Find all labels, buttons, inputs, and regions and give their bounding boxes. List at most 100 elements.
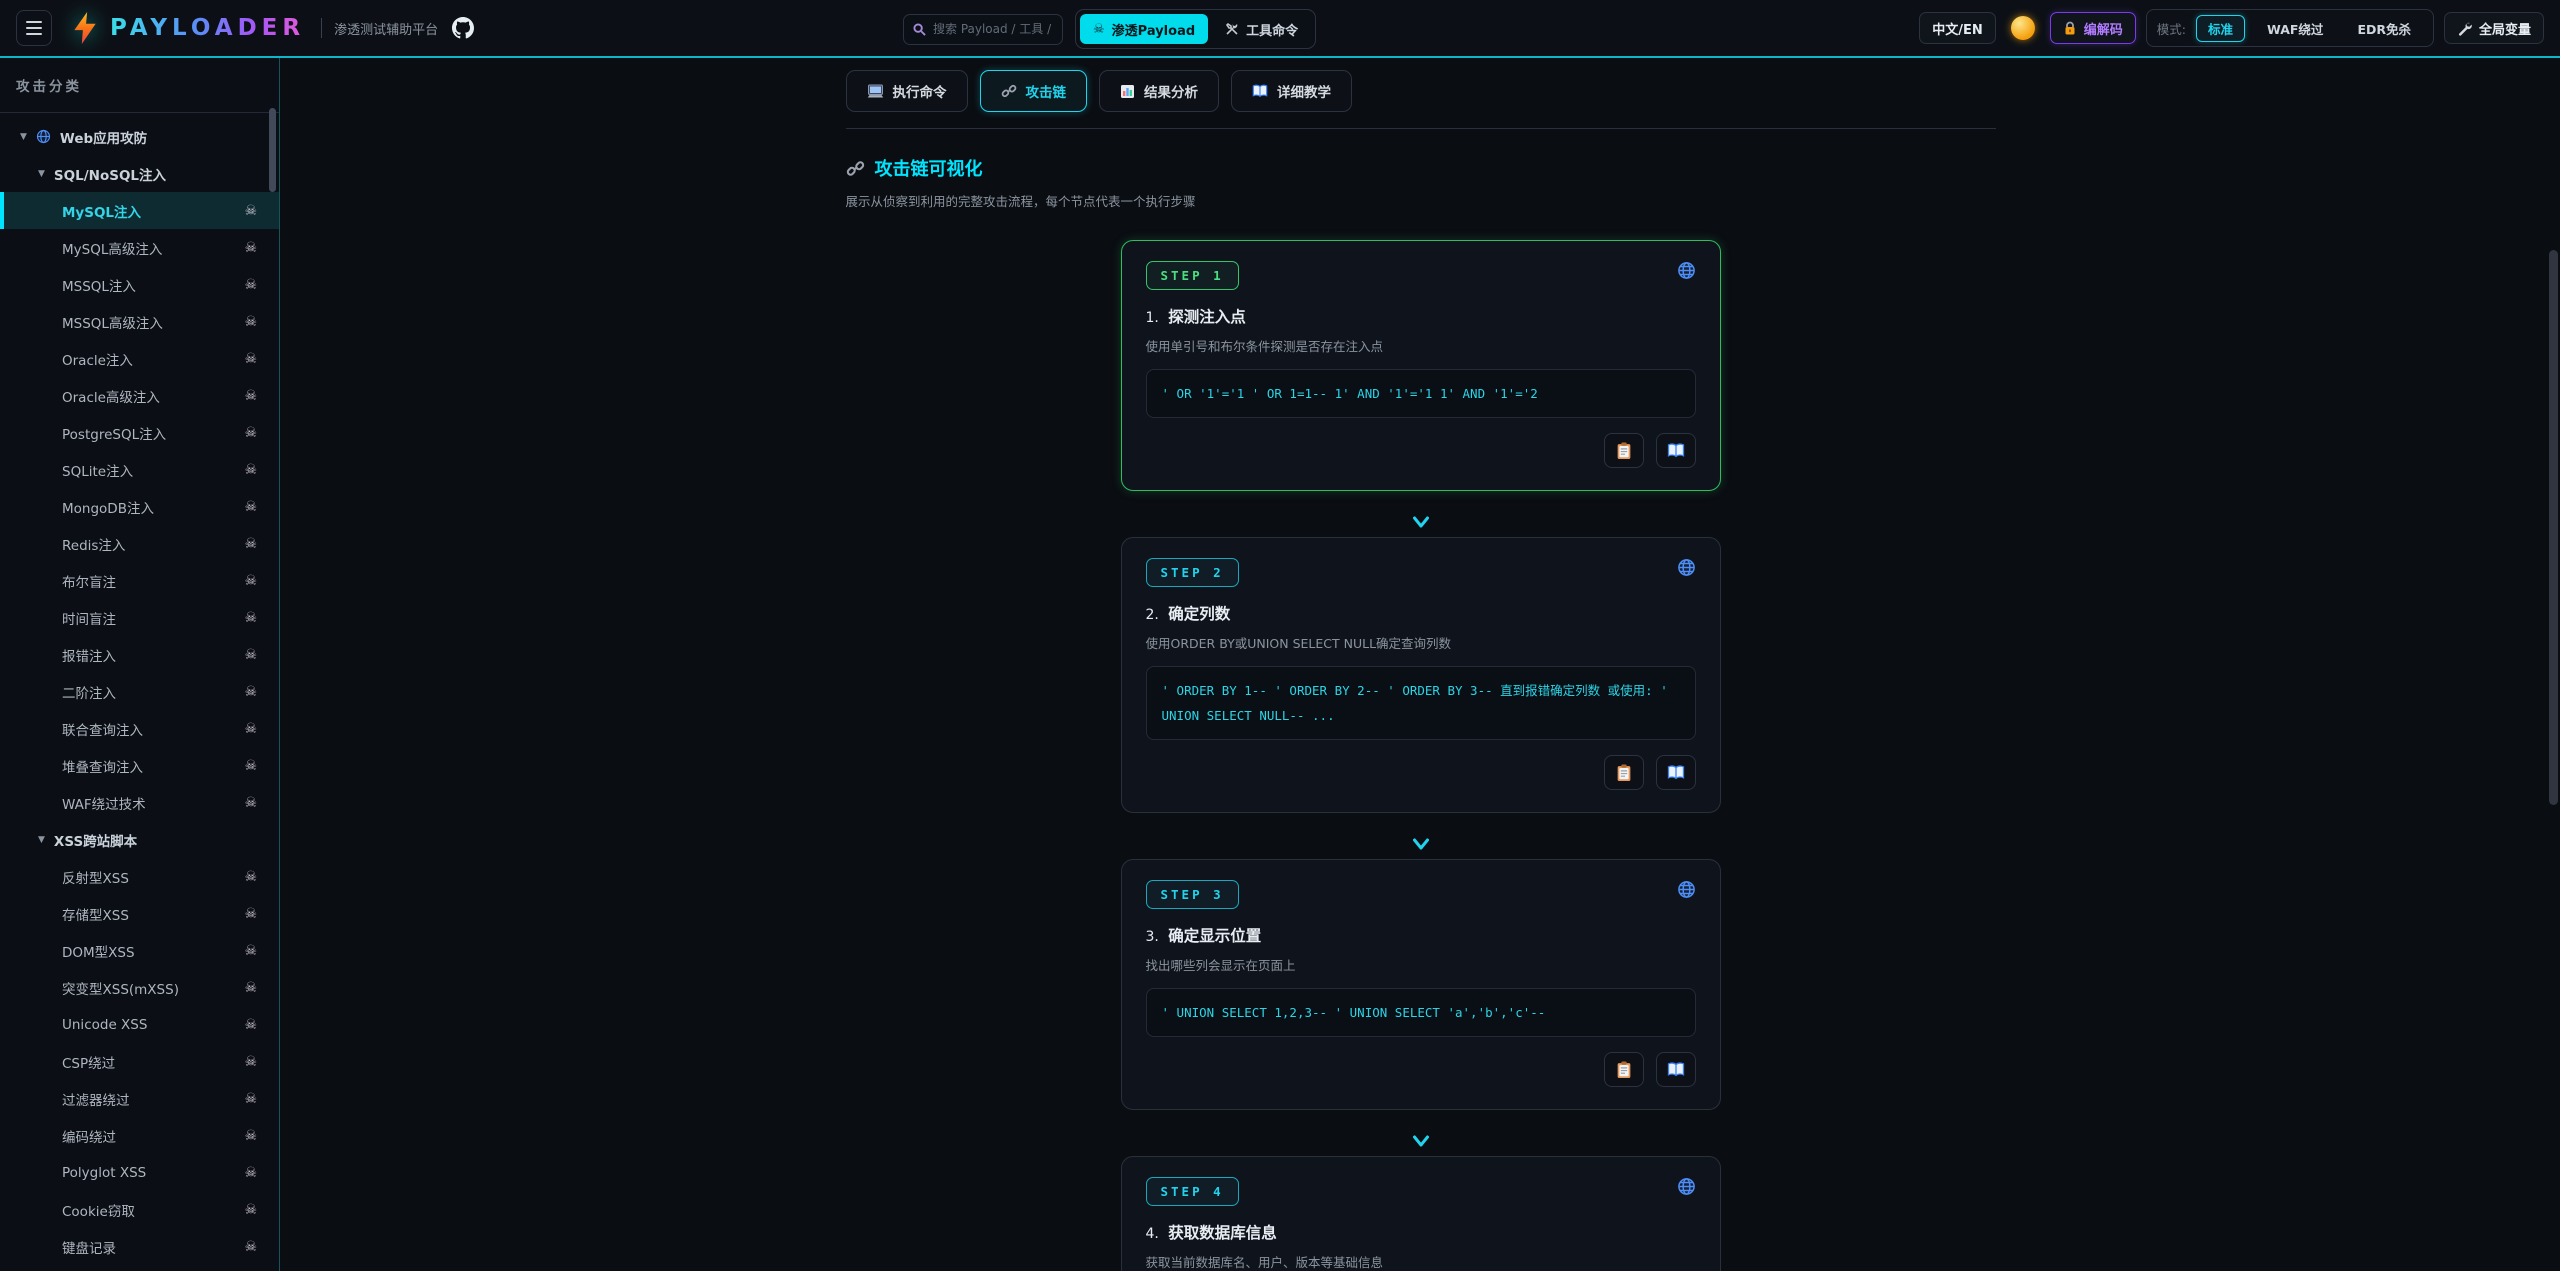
globe-icon: [36, 129, 51, 144]
tutorial-button[interactable]: [1656, 755, 1696, 790]
clipboard-icon: [1616, 442, 1632, 460]
link-icon: [846, 159, 865, 178]
tutorial-button[interactable]: [1656, 1052, 1696, 1087]
sidebar-item[interactable]: Oracle注入☠: [0, 340, 279, 377]
sidebar-item[interactable]: Cookie窃取☠: [0, 1191, 279, 1228]
sidebar-item[interactable]: 布尔盲注☠: [0, 562, 279, 599]
sidebar-item[interactable]: 键盘记录☠: [0, 1228, 279, 1265]
sidebar-subcategory[interactable]: ▼XSS跨站脚本: [0, 821, 279, 858]
link-icon: [1001, 83, 1017, 99]
book-icon: [1252, 84, 1268, 98]
sidebar-item[interactable]: MySQL注入☠: [0, 192, 279, 229]
step-badge: STEP 2: [1146, 558, 1239, 587]
sidebar-item[interactable]: DOM型XSS☠: [0, 932, 279, 969]
theme-toggle-button[interactable]: [2006, 11, 2040, 45]
page-scrollbar[interactable]: [2549, 250, 2558, 805]
sidebar-item[interactable]: 报错注入☠: [0, 636, 279, 673]
search-icon: [913, 23, 926, 36]
step-title: 3. 确定显示位置: [1146, 924, 1696, 946]
step-payload-code[interactable]: ' UNION SELECT 1,2,3-- ' UNION SELECT 'a…: [1146, 988, 1696, 1037]
skull-icon: ☠: [244, 795, 257, 811]
mode-selector-group: 模式: 标准 WAF绕过 EDR免杀: [2146, 9, 2434, 47]
tab-book[interactable]: 详细教学: [1231, 70, 1352, 112]
sun-icon: [2011, 16, 2035, 40]
skull-icon: ☠: [244, 869, 257, 885]
skull-icon: ☠: [244, 1091, 257, 1107]
sidebar-item[interactable]: 编码绕过☠: [0, 1117, 279, 1154]
skull-icon: ☠: [244, 721, 257, 737]
sidebar-subcategory[interactable]: ▼SQL/NoSQL注入: [0, 155, 279, 192]
sidebar-item[interactable]: WAF绕过技术☠: [0, 784, 279, 821]
codec-button[interactable]: 编解码: [2050, 12, 2136, 44]
skull-icon: ☠: [244, 1128, 257, 1144]
toggle-payload[interactable]: ☠渗透Payload: [1080, 14, 1208, 44]
open-book-icon: [1667, 765, 1685, 780]
globe-icon: [1677, 1177, 1696, 1196]
sidebar-item[interactable]: 存储型XSS☠: [0, 895, 279, 932]
mode-label: 模式:: [2157, 19, 2186, 38]
mode-button[interactable]: 标准: [2196, 15, 2245, 42]
sidebar-tree: ▼Web应用攻防▼SQL/NoSQL注入MySQL注入☠MySQL高级注入☠MS…: [0, 113, 279, 1265]
skull-icon: ☠: [244, 1239, 257, 1255]
step-title: 2. 确定列数: [1146, 602, 1696, 624]
sidebar-item[interactable]: MSSQL高级注入☠: [0, 303, 279, 340]
sidebar-item[interactable]: MSSQL注入☠: [0, 266, 279, 303]
section-title: 攻击链可视化: [875, 155, 983, 181]
sidebar-item[interactable]: 堆叠查询注入☠: [0, 747, 279, 784]
step-description: 获取当前数据库名、用户、版本等基础信息: [1146, 1252, 1696, 1271]
copy-payload-button[interactable]: [1604, 1052, 1644, 1087]
search-input[interactable]: [933, 22, 1053, 36]
sidebar-item[interactable]: SQLite注入☠: [0, 451, 279, 488]
sidebar-item[interactable]: 联合查询注入☠: [0, 710, 279, 747]
skull-icon: ☠: [244, 314, 257, 330]
skull-icon: ☠: [244, 573, 257, 589]
terminal-icon: [867, 84, 884, 99]
sidebar-item[interactable]: 突变型XSS(mXSS)☠: [0, 969, 279, 1006]
sidebar-scrollbar[interactable]: [269, 108, 276, 192]
sidebar-item[interactable]: MongoDB注入☠: [0, 488, 279, 525]
sidebar-item[interactable]: Redis注入☠: [0, 525, 279, 562]
tab-chart[interactable]: 结果分析: [1099, 70, 1219, 112]
chevron-down-icon: ▼: [38, 835, 45, 845]
copy-payload-button[interactable]: [1604, 433, 1644, 468]
skull-icon: ☠: [244, 277, 257, 293]
sidebar-item[interactable]: Polyglot XSS☠: [0, 1154, 279, 1191]
mode-button[interactable]: EDR免杀: [2345, 15, 2423, 42]
tab-link[interactable]: 攻击链: [980, 70, 1088, 112]
sidebar-item[interactable]: 时间盲注☠: [0, 599, 279, 636]
sidebar-item[interactable]: 二阶注入☠: [0, 673, 279, 710]
global-variables-button[interactable]: 全局变量: [2444, 12, 2544, 44]
skull-icon: ☠: [244, 1202, 257, 1218]
toggle-tools[interactable]: 工具命令: [1212, 14, 1311, 44]
sidebar-item[interactable]: Unicode XSS☠: [0, 1006, 279, 1043]
tab-terminal[interactable]: 执行命令: [846, 70, 968, 112]
attack-category-sidebar: 攻击分类 ▼Web应用攻防▼SQL/NoSQL注入MySQL注入☠MySQL高级…: [0, 58, 280, 1271]
globe-icon: [1677, 880, 1696, 899]
app-title: PAYLOADER: [110, 15, 305, 41]
sidebar-item[interactable]: MySQL高级注入☠: [0, 229, 279, 266]
mode-button[interactable]: WAF绕过: [2255, 15, 2335, 42]
sidebar-item[interactable]: 反射型XSS☠: [0, 858, 279, 895]
sidebar-category[interactable]: ▼Web应用攻防: [0, 118, 279, 155]
language-toggle-button[interactable]: 中文/EN: [1919, 12, 1996, 44]
github-icon[interactable]: [452, 17, 474, 39]
sidebar-item[interactable]: 过滤器绕过☠: [0, 1080, 279, 1117]
tools-icon: [1225, 22, 1239, 36]
sidebar-item[interactable]: Oracle高级注入☠: [0, 377, 279, 414]
copy-payload-button[interactable]: [1604, 755, 1644, 790]
menu-toggle-button[interactable]: [16, 10, 52, 46]
sidebar-item[interactable]: CSP绕过☠: [0, 1043, 279, 1080]
skull-icon: ☠: [244, 980, 257, 996]
content-tabs: 执行命令攻击链结果分析详细教学: [846, 70, 1996, 112]
tutorial-button[interactable]: [1656, 433, 1696, 468]
chevron-down-icon: ▼: [38, 169, 45, 179]
chart-icon: [1120, 84, 1135, 99]
sidebar-title: 攻击分类: [0, 58, 279, 113]
step-description: 使用单引号和布尔条件探测是否存在注入点: [1146, 336, 1696, 355]
step-description: 使用ORDER BY或UNION SELECT NULL确定查询列数: [1146, 633, 1696, 652]
skull-icon: ☠: [244, 240, 257, 256]
step-payload-code[interactable]: ' ORDER BY 1-- ' ORDER BY 2-- ' ORDER BY…: [1146, 666, 1696, 740]
step-payload-code[interactable]: ' OR '1'='1 ' OR 1=1-- 1' AND '1'='1 1' …: [1146, 369, 1696, 418]
step-description: 找出哪些列会显示在页面上: [1146, 955, 1696, 974]
sidebar-item[interactable]: PostgreSQL注入☠: [0, 414, 279, 451]
